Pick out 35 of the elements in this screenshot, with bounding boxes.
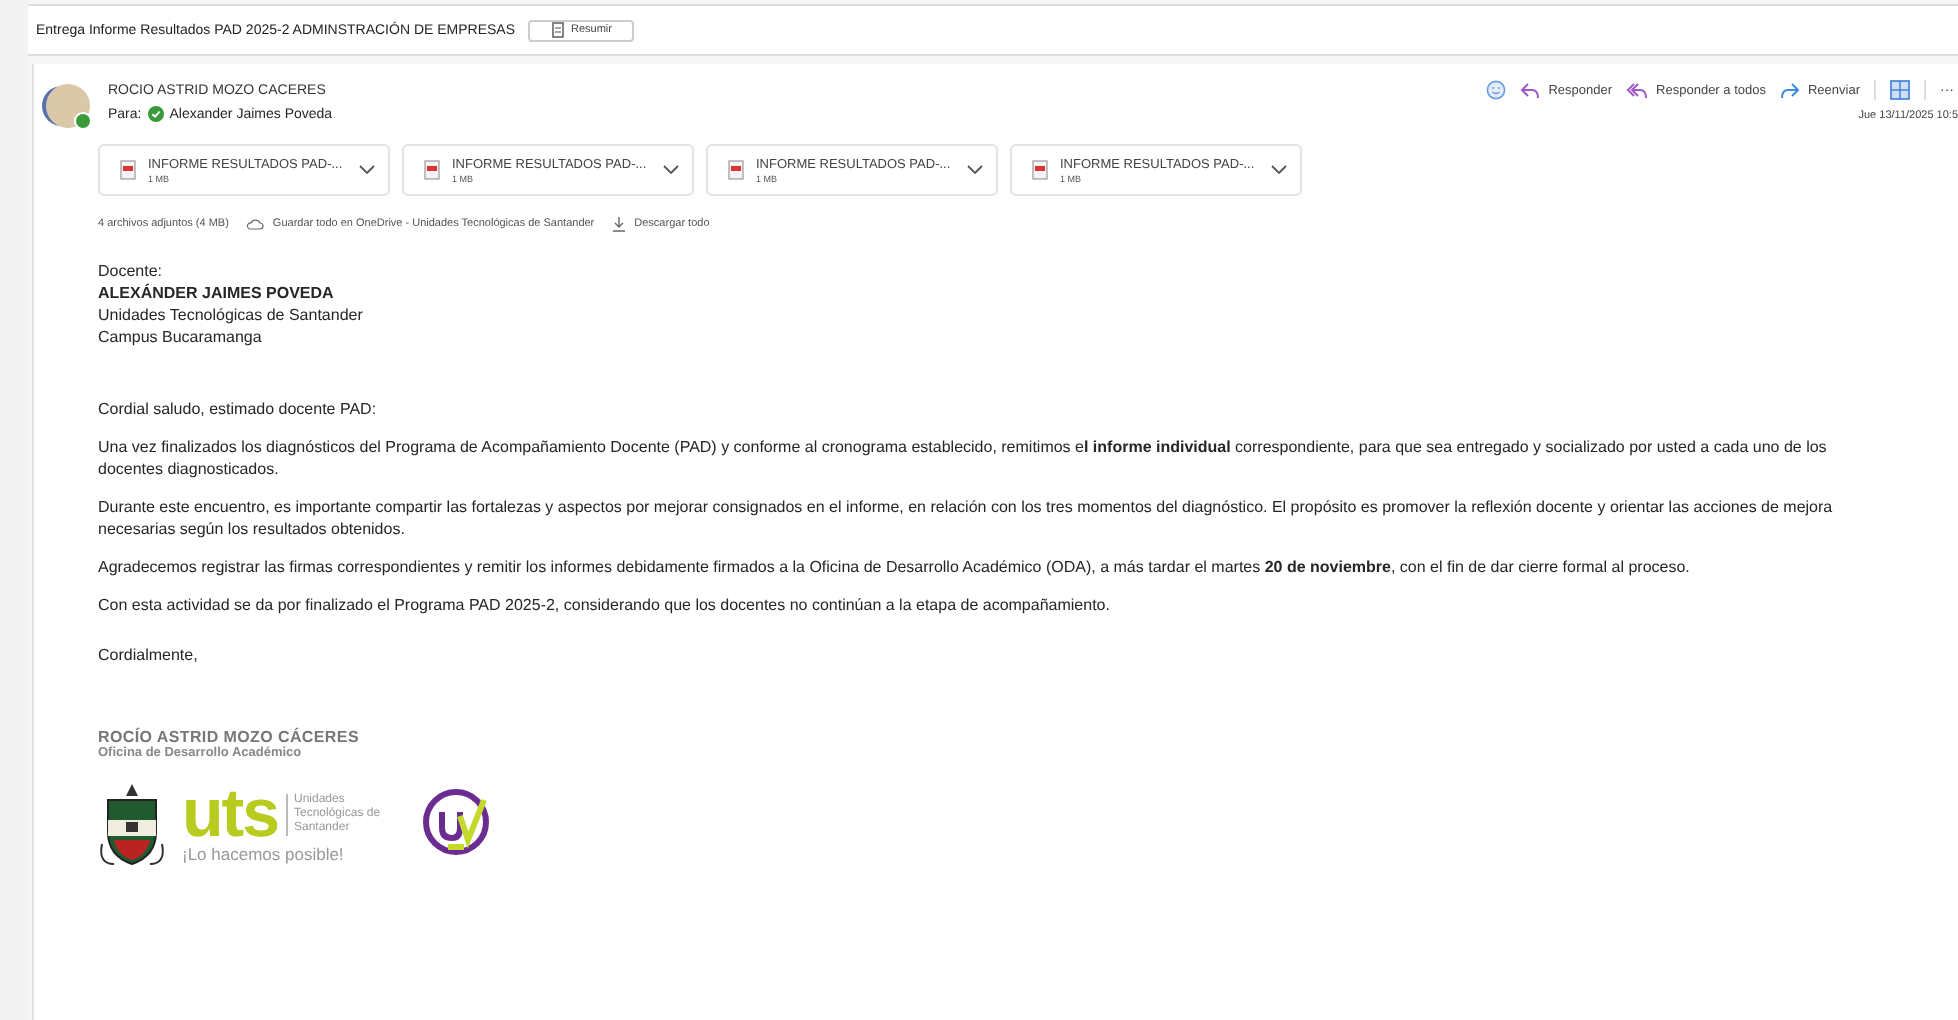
body-paragraph: Agradecemos registrar las firmas correspondientes y remitir los informes debidamente firmados a la Oficina de Desarrollo Académico (ODA), a más tardar el martes 20 de noviembre, con el fin de dar cierre formal al proceso. [98,556,1692,578]
logo-slogan: ¡Lo hacemos posible! [182,844,346,864]
body-paragraph: Con esta actividad se da por finalizado el Programa PAD 2025-2, considerando que los docentes no continúan a la etapa de acompañamiento. [98,594,1112,616]
crest-drawing [98,780,166,868]
signature-name: ROCÍO ASTRID MOZO CÁCERES [98,728,361,746]
quality-seal-drawing [422,788,490,860]
chevron-down-icon [358,164,376,176]
download-icon [612,216,627,232]
smiley-icon [1486,80,1507,100]
forward-arrow-icon [1779,81,1800,99]
presence-dot [74,112,92,130]
cloud-icon [246,218,265,230]
view-button[interactable] [1890,80,1910,100]
chevron-down-icon [1270,164,1288,176]
body-paragraph: Durante este encuentro, es importante compartir las fortalezas y aspectos por mejorar consignados en el informe, en relación con los tres momentos del diagnóstico. El propósito es promover la reflexión docente y orientar las acciones de mejora necesarias según los resultados obtenidos. [98,496,1835,540]
chevron-down-icon [662,164,680,176]
pdf-file-icon [728,160,744,180]
body-paragraph: Cordial saludo, estimado docente PAD: [98,398,379,420]
address-line: ALEXÁNDER JAIMES POVEDA [98,282,334,304]
document-icon [549,22,566,38]
closing-text: Cordialmente, [98,644,200,666]
address-line: Campus Bucaramanga [98,326,262,348]
address-line: Docente: [98,260,163,282]
pdf-file-icon [1032,160,1048,180]
address-line: Unidades Tecnológicas de Santander [98,304,363,326]
pdf-file-icon [424,160,440,180]
reply-all-arrow-icon [1626,81,1649,99]
pdf-file-icon [120,160,136,180]
grid-icon [1890,80,1910,100]
chevron-down-icon [966,164,984,176]
body-paragraph: Una vez finalizados los diagnósticos del Programa de Acompañamiento Docente (PAD) y conforme al cronograma establecido, remitimos el informe individual correspondiente, para que sea entregado y socializado por usted a cada uno de los docentes diagnosticados. [98,436,1829,480]
logo-wordmark: uts [182,784,278,844]
check-circle-icon [147,106,164,122]
reply-arrow-icon [1520,81,1541,99]
reaction-button[interactable] [1486,80,1507,100]
